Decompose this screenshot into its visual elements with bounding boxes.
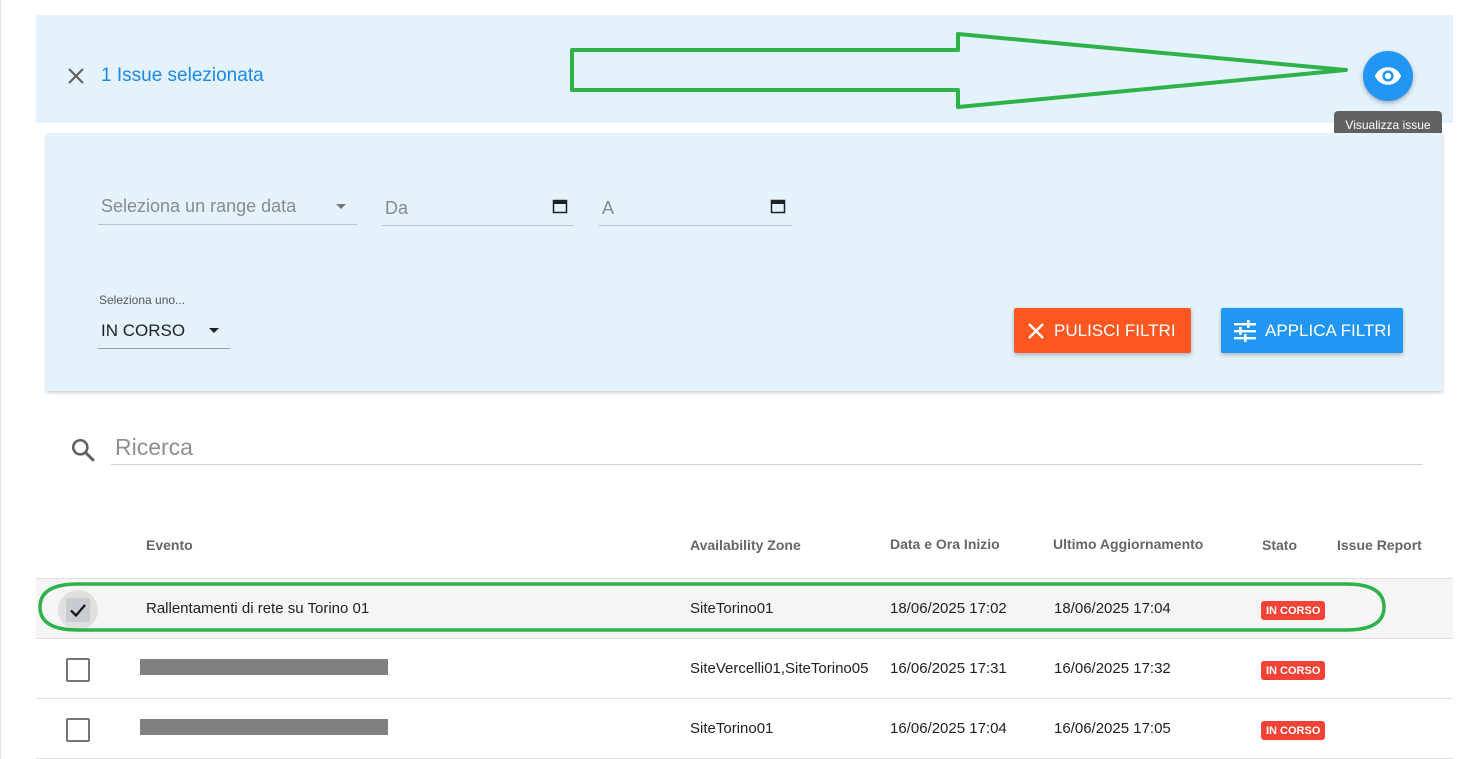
cell-evento: Rallentamenti di rete su Torino 01: [146, 600, 370, 617]
cell-zone: SiteTorino01: [690, 600, 774, 617]
status-badge: IN CORSO: [1261, 601, 1326, 620]
close-icon: [1028, 322, 1044, 339]
column-header-stato[interactable]: Stato: [1262, 537, 1297, 553]
status-select-label: Seleziona uno...: [99, 293, 186, 307]
date-from-field[interactable]: Da: [382, 186, 574, 226]
row-checkbox-checked[interactable]: [66, 598, 90, 622]
cell-updated: 16/06/2025 17:32: [1054, 660, 1171, 677]
table-row[interactable]: SiteTorino01 16/06/2025 17:04 16/06/2025…: [36, 699, 1453, 759]
column-header-updated[interactable]: Ultimo Aggiornamento: [1053, 536, 1203, 552]
clear-filters-button[interactable]: PULISCI FILTRI: [1014, 308, 1191, 353]
date-to-field[interactable]: A: [599, 186, 792, 226]
status-select[interactable]: IN CORSO: [98, 311, 230, 349]
column-header-start[interactable]: Data e Ora Inizio: [890, 536, 1000, 552]
date-range-placeholder: Seleziona un range data: [101, 196, 297, 216]
status-select-value: IN CORSO: [101, 321, 186, 340]
status-badge: IN CORSO: [1261, 721, 1326, 740]
redacted-evento: [140, 659, 388, 675]
column-header-evento[interactable]: Evento: [146, 537, 193, 553]
row-checkbox[interactable]: [66, 658, 90, 682]
date-range-select[interactable]: Seleziona un range data: [98, 186, 357, 225]
table-row[interactable]: SiteVercelli01,SiteTorino05 16/06/2025 1…: [36, 639, 1453, 699]
apply-filters-label: APPLICA FILTRI: [1265, 320, 1392, 340]
status-badge: IN CORSO: [1261, 661, 1326, 680]
cell-start: 18/06/2025 17:02: [890, 600, 1007, 617]
tune-icon: [1234, 319, 1256, 342]
chevron-down-icon: [209, 328, 219, 333]
redacted-evento: [140, 719, 388, 735]
close-icon: [68, 68, 84, 84]
calendar-icon[interactable]: [552, 198, 568, 214]
search-input[interactable]: [111, 430, 1423, 465]
row-checkbox-focus: [58, 590, 98, 630]
date-from-placeholder: Da: [385, 198, 409, 218]
close-selection-button[interactable]: [64, 64, 88, 88]
cell-start: 16/06/2025 17:04: [890, 720, 1007, 737]
selection-count-text: 1 Issue selezionata: [101, 65, 264, 86]
cell-updated: 16/06/2025 17:05: [1054, 720, 1171, 737]
apply-filters-button[interactable]: APPLICA FILTRI: [1221, 308, 1403, 353]
search-icon: [71, 438, 95, 462]
row-checkbox[interactable]: [66, 718, 90, 742]
calendar-icon[interactable]: [770, 198, 786, 214]
page: 1 Issue selezionata Visualizza issue Sel…: [0, 0, 1471, 759]
clear-filters-label: PULISCI FILTRI: [1054, 320, 1176, 340]
cell-zone: SiteVercelli01,SiteTorino05: [690, 660, 869, 677]
view-issue-button[interactable]: [1363, 51, 1413, 101]
cell-start: 16/06/2025 17:31: [890, 660, 1007, 677]
cell-updated: 18/06/2025 17:04: [1054, 600, 1171, 617]
date-to-placeholder: A: [602, 198, 615, 218]
table-row[interactable]: Rallentamenti di rete su Torino 01 SiteT…: [36, 579, 1453, 639]
eye-icon: [1374, 67, 1402, 85]
check-icon: [70, 604, 86, 618]
column-header-report[interactable]: Issue Report: [1337, 537, 1422, 553]
chevron-down-icon: [336, 204, 346, 209]
cell-zone: SiteTorino01: [690, 720, 774, 737]
column-header-zone[interactable]: Availability Zone: [690, 537, 801, 553]
